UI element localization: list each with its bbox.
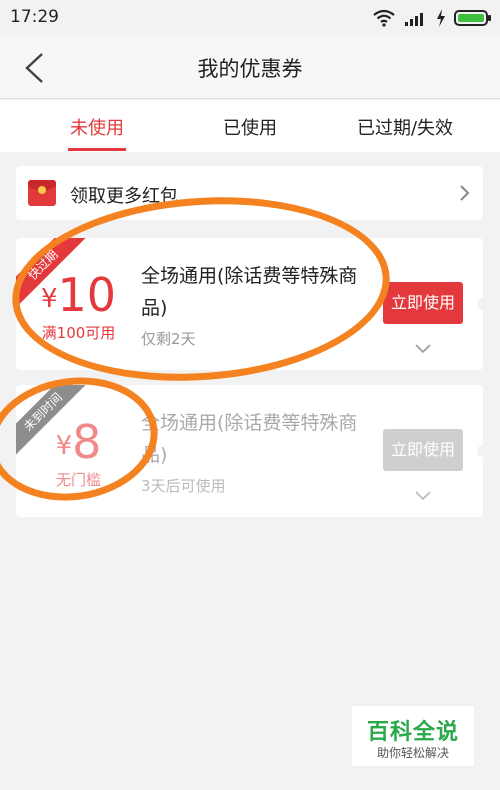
chevron-down-icon[interactable] <box>415 344 431 354</box>
status-bar: 17:29 <box>0 0 500 36</box>
coupon-amount: ¥10 <box>16 268 141 322</box>
watermark-subtitle: 助你轻松解决 <box>376 746 449 760</box>
watermark-title: 百科全说 <box>366 720 459 745</box>
coupon-title: 全场通用(除话费等特殊商品) <box>141 412 358 466</box>
status-icons <box>372 8 492 28</box>
coupon-condition: 无门槛 <box>55 471 101 489</box>
chevron-right-icon <box>460 185 470 201</box>
tab-used[interactable]: 已使用 <box>218 114 282 140</box>
tab-bar: 未使用 已使用 已过期/失效 <box>0 100 500 152</box>
coupon-validity: 3天后可使用 <box>141 477 226 495</box>
status-time: 17:29 <box>10 7 59 27</box>
coupon-card: 未到时间 ¥8 无门槛 全场通用(除话费等特殊商品) 3天后可使用 立即使用 <box>16 385 483 517</box>
redpacket-label: 领取更多红包 <box>70 186 178 207</box>
card-notch <box>477 298 483 310</box>
signal-icon <box>405 13 423 26</box>
coupon-title: 全场通用(除话费等特殊商品) <box>141 265 358 319</box>
page-title: 我的优惠券 <box>197 57 303 81</box>
tab-unused[interactable]: 未使用 <box>68 114 126 140</box>
active-tab-indicator <box>68 148 126 151</box>
use-now-button[interactable]: 立即使用 <box>383 282 463 324</box>
currency-symbol: ¥ <box>55 431 73 461</box>
amount-value: 10 <box>57 268 117 322</box>
watermark-logo: 百科全说 助你轻松解决 <box>352 706 474 766</box>
battery-icon <box>454 10 491 26</box>
charging-icon <box>437 9 445 27</box>
coupon-condition: 满100可用 <box>41 324 116 342</box>
coupon-card: 快过期 ¥10 满100可用 全场通用(除话费等特殊商品) 仅剩2天 立即使用 <box>16 238 483 370</box>
card-notch <box>477 445 483 457</box>
use-now-button-disabled[interactable]: 立即使用 <box>383 429 463 471</box>
chevron-down-icon[interactable] <box>415 491 431 501</box>
red-packet-icon <box>28 180 56 206</box>
currency-symbol: ¥ <box>40 284 58 314</box>
amount-value: 8 <box>72 415 102 469</box>
coupon-amount: ¥8 <box>16 415 141 469</box>
coupon-validity: 仅剩2天 <box>141 330 196 348</box>
app-header: 我的优惠券 <box>0 36 500 99</box>
get-more-redpackets-row[interactable]: 领取更多红包 <box>16 166 483 220</box>
wifi-icon <box>373 9 395 27</box>
tab-expired[interactable]: 已过期/失效 <box>350 114 460 140</box>
